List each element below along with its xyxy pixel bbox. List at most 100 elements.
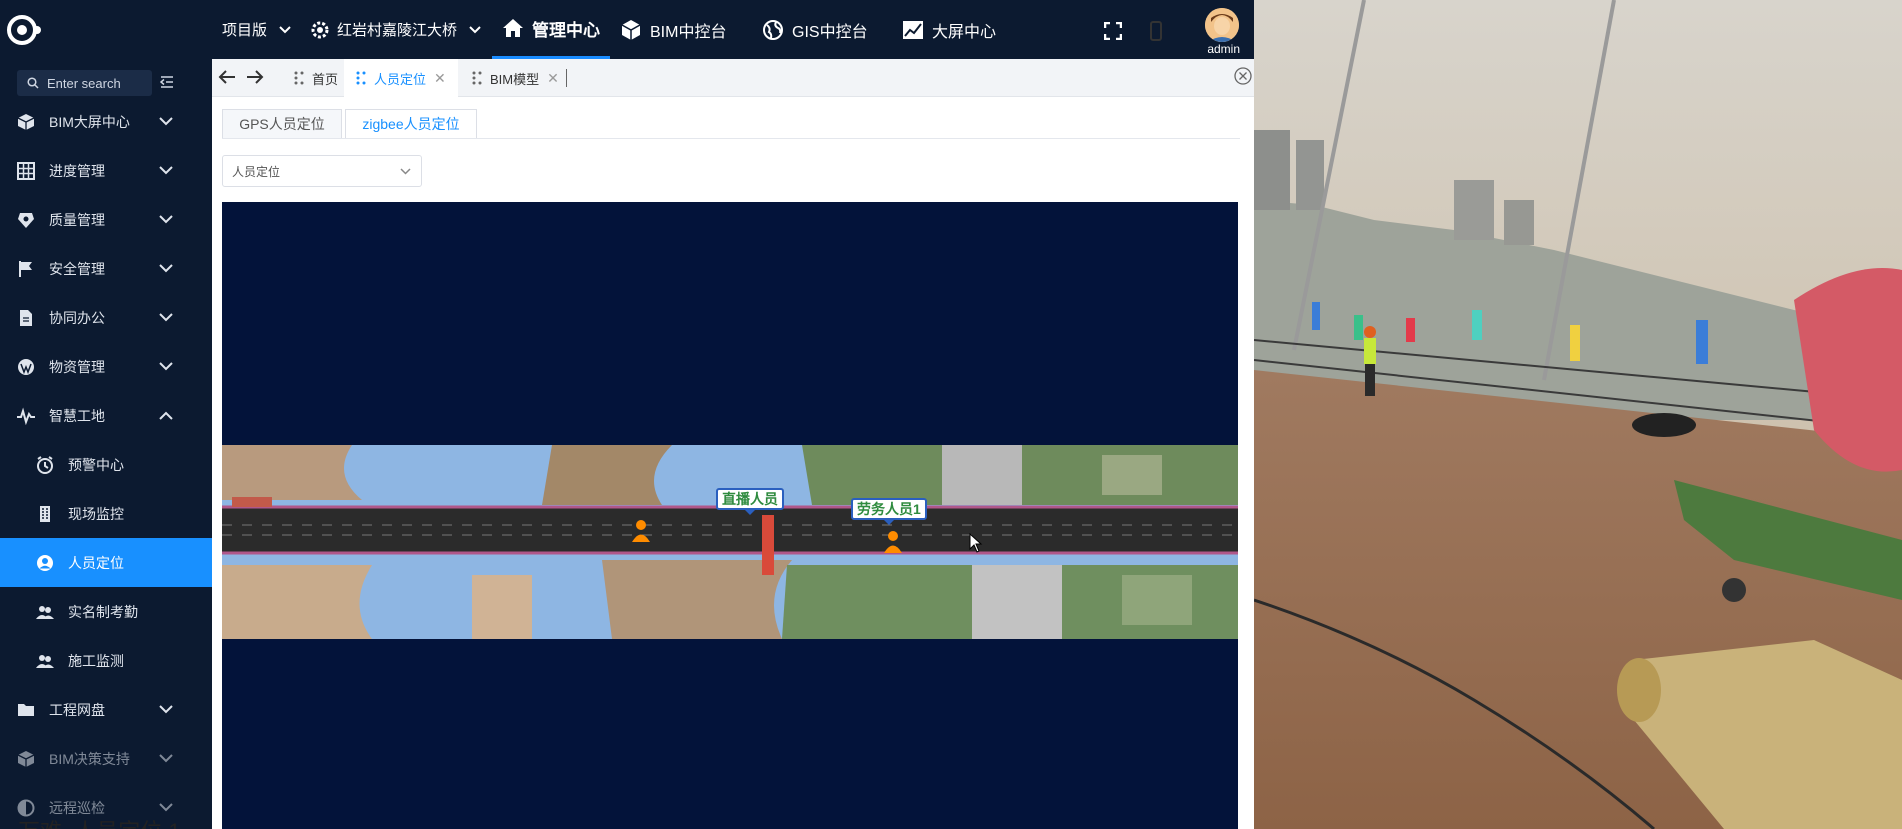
sidebar-item-smart-site[interactable]: 智慧工地 [0,391,212,440]
cube-icon [17,114,35,130]
collapse-menu-icon[interactable] [160,75,174,89]
sidebar-item-materials[interactable]: 物资管理 [0,342,212,391]
wordpress-icon [18,359,34,375]
tab-home[interactable]: 首页 [284,59,348,97]
fullscreen-icon[interactable] [1104,22,1122,40]
chevron-down-icon [159,313,173,322]
subtab-gps[interactable]: GPS人员定位 [222,109,342,139]
person-icon[interactable] [631,519,651,543]
building-icon [40,506,50,522]
sidebar-item-safety[interactable]: 安全管理 [0,244,212,293]
marker-label-text: 劳务人员1 [857,501,921,517]
document-icon [20,310,32,326]
username: admin [1207,42,1240,56]
module-label: 管理中心 [532,20,600,40]
chevron-down-icon [159,166,173,175]
video-caption: 万难_人员定位 1 [18,814,181,829]
chevron-down-icon [159,754,173,763]
home-icon [503,19,523,37]
chevron-down-icon [159,705,173,714]
module-big-screen[interactable]: 大屏中心 [902,0,996,59]
drag-handle-icon [472,71,482,85]
chevron-down-icon [159,117,173,126]
users-icon [36,606,54,619]
chart-icon [903,20,923,39]
sidebar-item-bim-decision[interactable]: BIM决策支持 [0,734,212,783]
close-icon[interactable]: ✕ [547,70,559,87]
sidebar-item-label: 工程网盘 [49,701,105,718]
search-icon [27,77,39,89]
back-arrow-icon[interactable] [218,69,236,85]
project-label: 红岩村嘉陵江大桥 [337,22,458,39]
sidebar-item-label: 物资管理 [49,358,105,375]
edition-dropdown[interactable]: 项目版 [222,0,291,59]
chevron-down-icon [159,264,173,273]
sidebar-item-label: 安全管理 [49,260,105,277]
sidebar-subitem-site-monitoring[interactable]: 现场监控 [0,489,212,538]
project-dropdown[interactable]: 红岩村嘉陵江大桥 [311,0,481,59]
search-box[interactable] [17,70,152,96]
search-input[interactable] [47,75,147,91]
subtab-label: GPS人员定位 [239,116,325,132]
management-app: 项目版 红岩村嘉陵江大桥 管理中心 BIM中控台 GIS中控台 大屏中心 adm… [0,0,1254,829]
mobile-icon[interactable] [1150,21,1162,41]
shield-icon [18,213,34,228]
page-tab-bar: 首页 人员定位 ✕ BIM模型 ✕ [212,59,1254,97]
sidebar-item-label: 协同办公 [49,309,105,326]
drag-handle-icon [356,71,366,85]
module-bim-console[interactable]: BIM中控台 [620,0,726,59]
chevron-down-icon [469,25,481,33]
logo-icon[interactable] [6,14,44,46]
user-circle-icon [37,555,53,571]
module-label: BIM中控台 [650,23,727,41]
chevron-down-icon [159,215,173,224]
module-gis-console[interactable]: GIS中控台 [762,0,868,59]
sidebar-item-label: BIM决策支持 [49,750,130,767]
gear-icon [311,21,329,38]
sidebar-item-label: 进度管理 [49,162,105,179]
sidebar-subitem-personnel-location[interactable]: 人员定位 [0,538,212,587]
sidebar-item-label: BIM大屏中心 [49,113,130,130]
sidebar-subitem-construction-monitoring[interactable]: 施工监测 [0,636,212,685]
edition-label: 项目版 [222,22,268,39]
close-icon[interactable]: ✕ [434,70,446,87]
top-navbar: 项目版 红岩村嘉陵江大桥 管理中心 BIM中控台 GIS中控台 大屏中心 adm… [0,0,1254,59]
alarm-icon [37,456,53,474]
sidebar-item-quality[interactable]: 质量管理 [0,195,212,244]
location-type-select[interactable]: 人员定位 [222,155,422,187]
sidebar-item-label: 质量管理 [49,211,105,228]
marker-label[interactable]: 直播人员 [716,488,784,515]
sidebar-item-label: 施工监测 [68,652,124,669]
sidebar-item-project-drive[interactable]: 工程网盘 [0,685,212,734]
chevron-down-icon [159,803,173,812]
sidebar-item-label: 智慧工地 [49,407,105,424]
sidebar-item-office[interactable]: 协同办公 [0,293,212,342]
location-map-panel[interactable]: 直播人员 劳务人员1 [222,202,1238,829]
select-value: 人员定位 [232,164,281,179]
subtab-underline [222,138,1240,139]
sidebar-item-label: 人员定位 [68,554,124,571]
tab-label: BIM模型 [490,71,540,87]
tab-personnel-location[interactable]: 人员定位 ✕ [344,59,458,97]
close-all-tabs-icon[interactable] [1234,67,1252,85]
sidebar-subitem-alarm-center[interactable]: 预警中心 [0,440,212,489]
users-icon [36,655,54,668]
forward-arrow-icon[interactable] [246,69,264,85]
chevron-up-icon [159,411,173,420]
sidebar-item-bim-screen[interactable]: BIM大屏中心 [0,97,212,146]
tab-bim-model[interactable]: BIM模型 ✕ [462,59,569,97]
avatar[interactable] [1205,8,1239,42]
sidebar-subitem-attendance[interactable]: 实名制考勤 [0,587,212,636]
sidebar-item-label: 实名制考勤 [68,603,138,620]
subtab-zigbee[interactable]: zigbee人员定位 [345,109,477,139]
chevron-down-icon [400,168,411,175]
module-management[interactable]: 管理中心 [492,0,610,59]
marker-label[interactable]: 劳务人员1 [851,498,927,525]
live-camera-photo [1254,0,1902,829]
chevron-down-icon [279,25,291,33]
marker-label-text: 直播人员 [722,491,778,507]
person-icon[interactable] [883,530,903,554]
sidebar-item-progress[interactable]: 进度管理 [0,146,212,195]
chevron-down-icon [159,362,173,371]
user-avatar-icon [1205,8,1239,42]
